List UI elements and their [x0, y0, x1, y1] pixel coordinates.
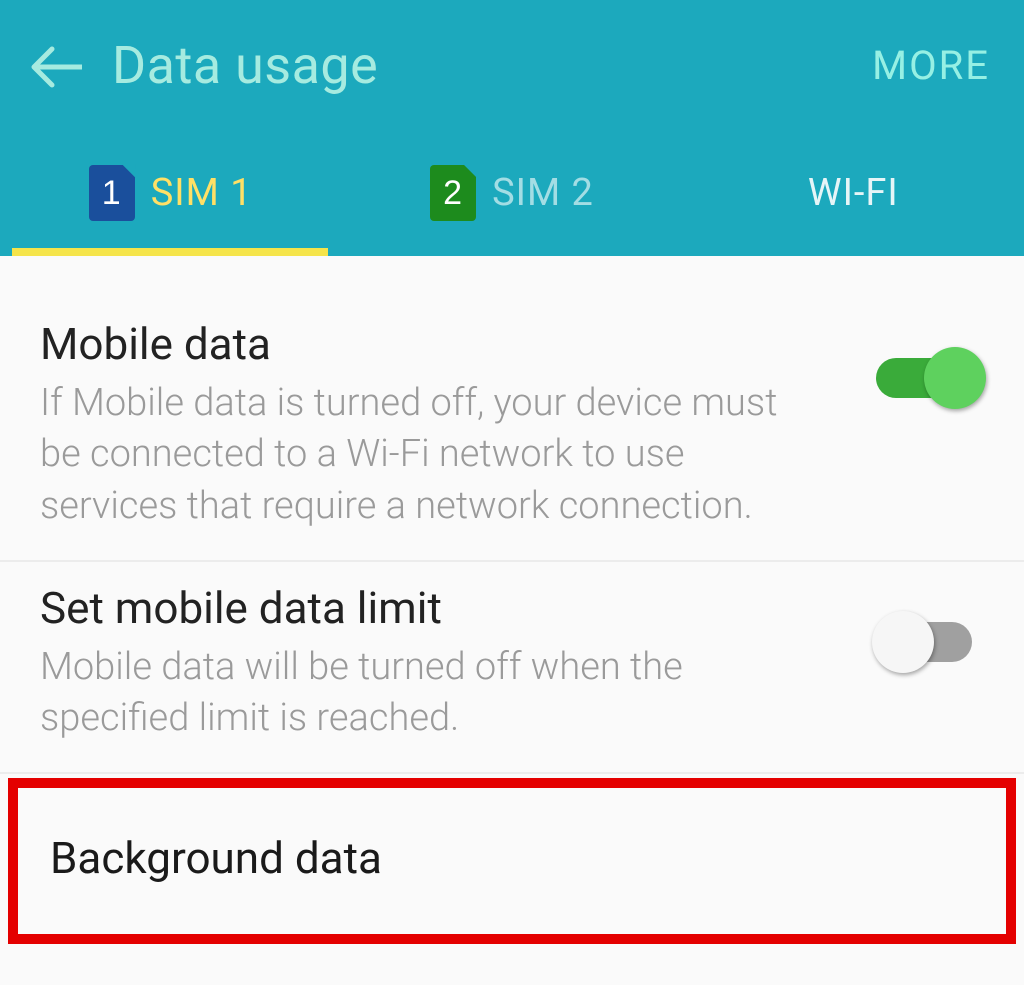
mobile-data-toggle[interactable]	[876, 350, 984, 406]
tab-sim1-label: SIM 1	[151, 171, 253, 215]
tab-sim2[interactable]: 2 SIM 2	[341, 130, 682, 256]
background-data-title: Background data	[50, 832, 974, 884]
sim2-icon: 2	[430, 165, 476, 221]
tab-wifi[interactable]: WI-FI	[683, 130, 1024, 256]
more-button[interactable]: MORE	[872, 42, 990, 89]
tab-sim1[interactable]: 1 SIM 1	[0, 130, 341, 256]
tab-wifi-label: WI-FI	[808, 171, 899, 215]
settings-list: Mobile data If Mobile data is turned off…	[0, 256, 1024, 944]
row-background-data[interactable]: Background data	[8, 778, 1016, 944]
data-limit-title: Set mobile data limit	[40, 582, 852, 634]
back-icon[interactable]	[30, 45, 82, 89]
row-data-limit-text: Set mobile data limit Mobile data will b…	[40, 582, 852, 745]
row-mobile-data[interactable]: Mobile data If Mobile data is turned off…	[0, 298, 1024, 562]
mobile-data-desc: If Mobile data is turned off, your devic…	[40, 378, 820, 532]
data-limit-toggle[interactable]	[876, 614, 984, 670]
tab-bar: 1 SIM 1 2 SIM 2 WI-FI	[0, 130, 1024, 256]
tab-sim2-label: SIM 2	[492, 171, 594, 215]
mobile-data-title: Mobile data	[40, 318, 852, 370]
active-tab-underline	[12, 248, 328, 256]
row-mobile-data-text: Mobile data If Mobile data is turned off…	[40, 318, 852, 532]
app-bar: Data usage MORE	[0, 0, 1024, 130]
sim1-icon: 1	[89, 165, 135, 221]
page-title: Data usage	[112, 35, 872, 96]
row-data-limit[interactable]: Set mobile data limit Mobile data will b…	[0, 562, 1024, 775]
data-limit-desc: Mobile data will be turned off when the …	[40, 642, 820, 745]
